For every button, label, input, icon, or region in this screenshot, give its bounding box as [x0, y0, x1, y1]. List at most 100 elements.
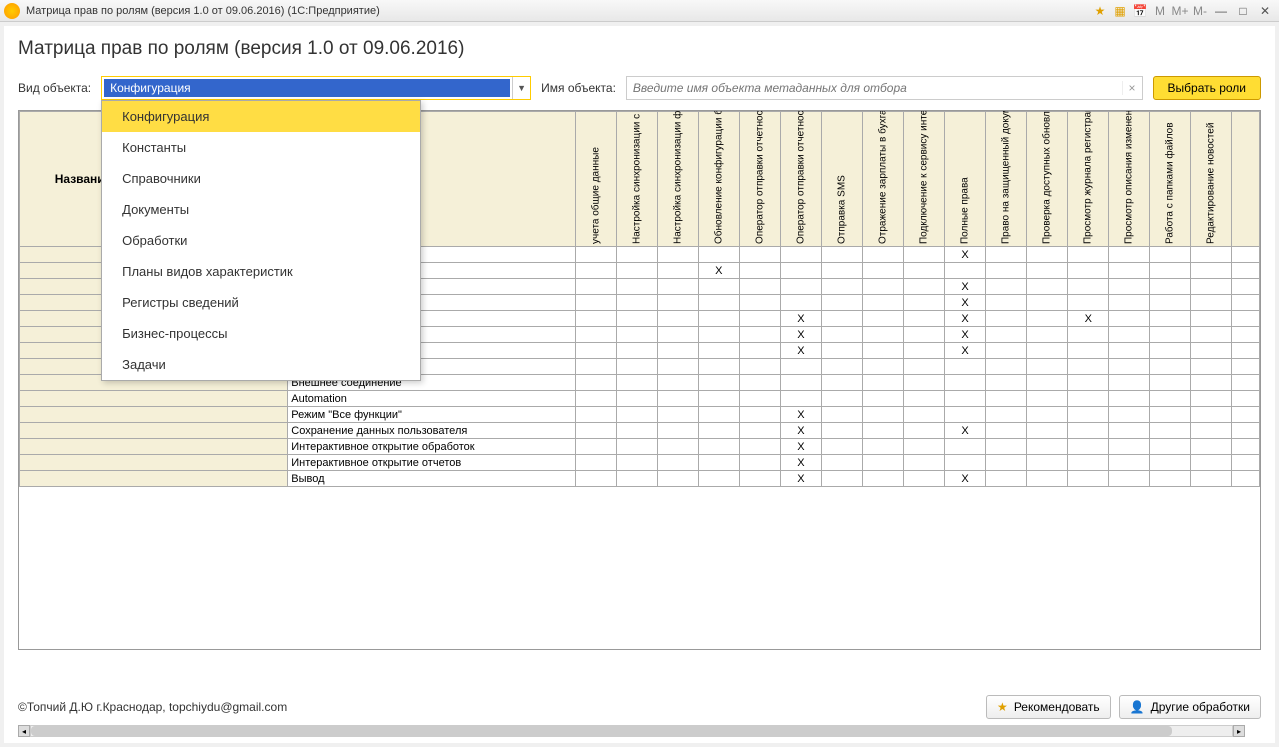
mark-cell[interactable] [698, 471, 739, 487]
mark-cell[interactable] [657, 471, 698, 487]
horizontal-scrollbar[interactable]: ◂ ▸ [18, 725, 1245, 737]
scroll-left-button[interactable]: ◂ [18, 725, 30, 737]
mark-cell[interactable] [575, 343, 616, 359]
mark-cell[interactable] [698, 407, 739, 423]
mark-cell[interactable] [821, 311, 862, 327]
toolbar-icon-m[interactable]: M [1151, 2, 1169, 20]
mark-cell[interactable] [1109, 439, 1150, 455]
mark-cell[interactable] [698, 295, 739, 311]
mark-cell[interactable] [821, 343, 862, 359]
mark-cell[interactable] [1150, 247, 1191, 263]
mark-cell[interactable]: X [780, 423, 821, 439]
mark-cell[interactable] [986, 327, 1027, 343]
mark-cell[interactable] [575, 247, 616, 263]
mark-cell[interactable] [986, 311, 1027, 327]
mark-cell[interactable] [616, 407, 657, 423]
mark-cell[interactable] [1109, 343, 1150, 359]
mark-cell[interactable] [657, 359, 698, 375]
mark-cell[interactable] [986, 359, 1027, 375]
mark-cell[interactable] [1109, 455, 1150, 471]
mark-cell[interactable] [780, 359, 821, 375]
mark-cell[interactable] [1109, 263, 1150, 279]
mark-cell[interactable] [1150, 471, 1191, 487]
mark-cell[interactable] [1109, 279, 1150, 295]
mark-cell[interactable] [821, 423, 862, 439]
mark-cell[interactable] [1068, 263, 1109, 279]
object-name-input[interactable] [627, 81, 1122, 95]
mark-cell[interactable] [904, 359, 945, 375]
mark-cell[interactable] [575, 407, 616, 423]
dropdown-item[interactable]: Планы видов характеристик [102, 256, 420, 287]
mark-cell[interactable]: X [780, 455, 821, 471]
mark-cell[interactable] [862, 455, 903, 471]
mark-cell[interactable] [575, 391, 616, 407]
mark-cell[interactable] [739, 455, 780, 471]
table-row[interactable]: Automation [20, 391, 1260, 407]
mark-cell[interactable] [1109, 471, 1150, 487]
mark-cell[interactable] [657, 343, 698, 359]
mark-cell[interactable] [1027, 279, 1068, 295]
mark-cell[interactable] [821, 247, 862, 263]
mark-cell[interactable] [1191, 247, 1232, 263]
mark-cell[interactable] [986, 375, 1027, 391]
mark-cell[interactable] [904, 247, 945, 263]
mark-cell[interactable] [986, 471, 1027, 487]
mark-cell[interactable] [657, 279, 698, 295]
dropdown-item[interactable]: Обработки [102, 225, 420, 256]
mark-cell[interactable]: X [945, 295, 986, 311]
mark-cell[interactable] [575, 279, 616, 295]
mark-cell[interactable] [862, 359, 903, 375]
mark-cell[interactable]: X [945, 471, 986, 487]
mark-cell[interactable] [1150, 407, 1191, 423]
mark-cell[interactable] [821, 471, 862, 487]
mark-cell[interactable] [1068, 247, 1109, 263]
mark-cell[interactable] [616, 279, 657, 295]
mark-cell[interactable] [986, 279, 1027, 295]
dropdown-item[interactable]: Задачи [102, 349, 420, 380]
mark-cell[interactable] [780, 375, 821, 391]
mark-cell[interactable] [657, 439, 698, 455]
mark-cell[interactable] [904, 343, 945, 359]
mark-cell[interactable] [616, 311, 657, 327]
mark-cell[interactable] [1191, 279, 1232, 295]
mark-cell[interactable] [739, 439, 780, 455]
mark-cell[interactable] [945, 391, 986, 407]
mark-cell[interactable] [904, 295, 945, 311]
table-row[interactable]: Интерактивное открытие отчетовX [20, 455, 1260, 471]
mark-cell[interactable] [616, 247, 657, 263]
mark-cell[interactable] [739, 311, 780, 327]
mark-cell[interactable] [575, 327, 616, 343]
mark-cell[interactable] [698, 343, 739, 359]
mark-cell[interactable] [739, 471, 780, 487]
mark-cell[interactable] [780, 247, 821, 263]
mark-cell[interactable] [780, 391, 821, 407]
mark-cell[interactable]: X [945, 423, 986, 439]
mark-cell[interactable] [1027, 311, 1068, 327]
mark-cell[interactable] [1191, 471, 1232, 487]
mark-cell[interactable] [698, 391, 739, 407]
mark-cell[interactable]: X [780, 327, 821, 343]
mark-cell[interactable]: X [698, 263, 739, 279]
mark-cell[interactable] [1109, 327, 1150, 343]
mark-cell[interactable] [1027, 247, 1068, 263]
mark-cell[interactable] [616, 455, 657, 471]
mark-cell[interactable] [780, 279, 821, 295]
table-row[interactable]: Сохранение данных пользователяXX [20, 423, 1260, 439]
mark-cell[interactable] [657, 407, 698, 423]
mark-cell[interactable] [1027, 327, 1068, 343]
mark-cell[interactable] [1150, 391, 1191, 407]
mark-cell[interactable] [1150, 279, 1191, 295]
mark-cell[interactable] [904, 423, 945, 439]
mark-cell[interactable] [821, 327, 862, 343]
mark-cell[interactable] [616, 423, 657, 439]
mark-cell[interactable] [821, 375, 862, 391]
mark-cell[interactable] [862, 263, 903, 279]
mark-cell[interactable] [1109, 391, 1150, 407]
mark-cell[interactable] [1150, 359, 1191, 375]
mark-cell[interactable] [657, 327, 698, 343]
maximize-button[interactable]: □ [1233, 3, 1253, 19]
mark-cell[interactable] [821, 439, 862, 455]
mark-cell[interactable] [616, 343, 657, 359]
mark-cell[interactable] [698, 327, 739, 343]
dropdown-item[interactable]: Константы [102, 132, 420, 163]
